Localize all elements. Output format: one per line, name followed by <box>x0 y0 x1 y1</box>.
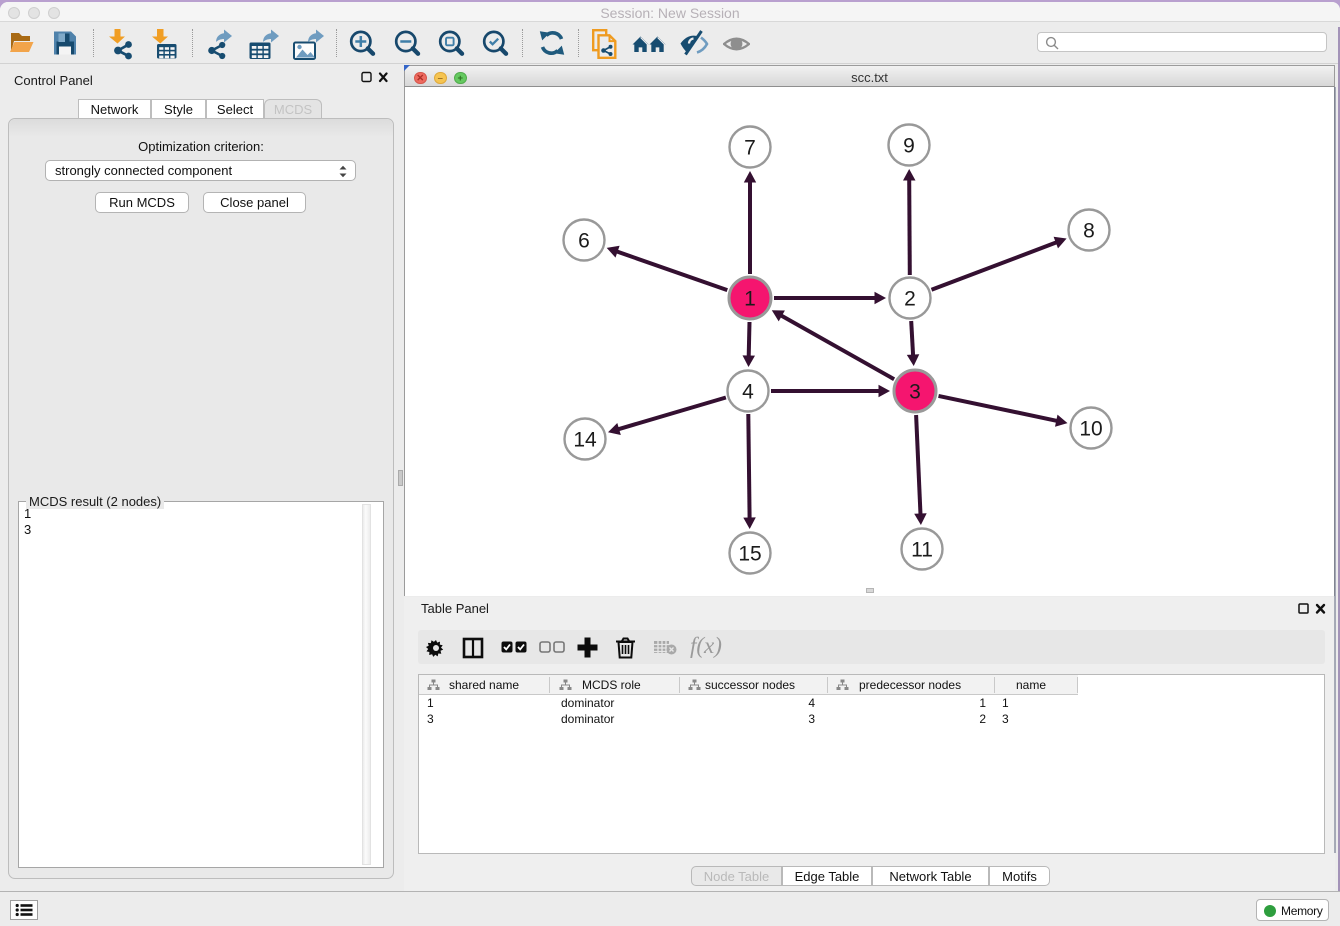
svg-text:6: 6 <box>578 230 590 253</box>
svg-text:7: 7 <box>744 137 756 160</box>
svg-text:2: 2 <box>904 288 916 311</box>
svg-text:11: 11 <box>911 539 933 562</box>
svg-text:10: 10 <box>1079 418 1102 441</box>
svg-text:3: 3 <box>909 381 921 404</box>
svg-text:14: 14 <box>573 429 597 452</box>
svg-text:8: 8 <box>1083 220 1095 243</box>
svg-text:1: 1 <box>744 288 756 311</box>
svg-text:4: 4 <box>742 381 754 404</box>
svg-text:9: 9 <box>903 135 915 158</box>
svg-text:15: 15 <box>738 543 761 566</box>
